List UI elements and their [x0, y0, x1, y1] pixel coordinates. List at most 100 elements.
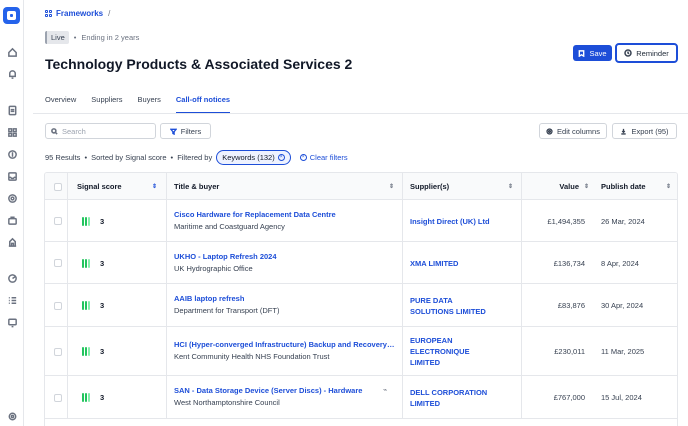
row-checkbox[interactable] [54, 217, 62, 225]
select-all-checkbox[interactable] [54, 182, 62, 191]
table-row[interactable]: 3 AAIB laptop refresh Department for Tra… [45, 284, 677, 327]
search-input[interactable]: Search [45, 123, 156, 139]
live-badge: Live [45, 31, 69, 44]
table-row[interactable]: 3 SAN - Data Storage Device (Server Disc… [45, 376, 677, 419]
notice-title-link[interactable]: AAIB laptop refresh [174, 294, 402, 303]
header-suppliers-label: Supplier(s) [410, 182, 450, 191]
filters-button[interactable]: Filters [160, 123, 211, 139]
publish-date: 26 Mar, 2024 [601, 216, 645, 226]
supplier-link[interactable]: XMA LIMITED [410, 258, 458, 269]
settings-icon[interactable] [6, 410, 18, 422]
save-label: Save [589, 48, 607, 58]
briefcase-icon[interactable] [6, 214, 18, 226]
supplier-cell: PURE DATA SOLUTIONS LIMITED [402, 284, 521, 327]
contract-value: £230,011 [554, 347, 585, 356]
publish-date: 8 Apr, 2024 [601, 258, 639, 268]
clear-filters-label: Clear filters [309, 153, 348, 162]
row-select-cell [54, 200, 62, 242]
bookmark-icon [579, 49, 585, 57]
header-signal-score[interactable]: Signal score ⇕ [67, 173, 166, 200]
row-checkbox[interactable] [54, 347, 62, 356]
status-row: Live • Ending in 2 years [45, 31, 139, 44]
breadcrumb-frameworks[interactable]: Frameworks [56, 9, 103, 18]
tab-suppliers[interactable]: Suppliers [91, 95, 122, 114]
signal-bars-icon [82, 347, 90, 356]
notice-title-link[interactable]: HCI (Hyper-converged Infrastructure) Bac… [174, 340, 396, 349]
supplier-line: ELECTRONIQUE [410, 347, 470, 356]
keywords-filter-chip[interactable]: Keywords (132) × [216, 150, 291, 165]
header-signal-label: Signal score [77, 182, 122, 191]
sort-icon: ⇕ [152, 184, 158, 190]
sorted-by-text: Sorted by Signal score [91, 153, 167, 162]
header-title-buyer[interactable]: Title & buyer ⇕ [166, 173, 402, 200]
document-icon[interactable] [6, 104, 18, 116]
contract-value: £136,734 [553, 258, 585, 268]
grid-icon[interactable] [6, 126, 18, 138]
app-logo[interactable] [3, 7, 20, 24]
table-row[interactable]: 3 Cisco Hardware for Replacement Data Ce… [45, 200, 677, 242]
remove-chip-icon[interactable]: × [277, 154, 285, 161]
title-cell: AAIB laptop refresh Department for Trans… [166, 284, 402, 327]
buyer-name: Maritime and Coastguard Agency [174, 222, 285, 231]
row-checkbox[interactable] [54, 259, 62, 267]
building-icon[interactable] [6, 236, 18, 248]
clear-filters-link[interactable]: × Clear filters [299, 153, 348, 162]
clear-icon: × [299, 154, 307, 161]
date-cell: 15 Jul, 2024 [601, 376, 642, 419]
save-button[interactable]: Save [573, 45, 612, 61]
filtered-by-text: Filtered by [177, 153, 213, 162]
supplier-link[interactable]: PURE DATA SOLUTIONS LIMITED [410, 295, 486, 317]
sort-icon: ⇕ [389, 184, 395, 190]
target-icon[interactable] [6, 192, 18, 204]
dot-separator: • [84, 153, 88, 162]
table-row[interactable]: 3 HCI (Hyper-converged Infrastructure) B… [45, 327, 677, 376]
supplier-link[interactable]: Insight Direct (UK) Ltd [410, 216, 490, 227]
tab-divider [33, 113, 688, 114]
results-summary: 95 Results • Sorted by Signal score • Fi… [45, 150, 348, 165]
contract-value: £1,494,355 [547, 216, 585, 226]
reminder-label: Reminder [636, 48, 669, 58]
results-count: 95 Results [45, 153, 81, 162]
notice-title-link[interactable]: UKHO - Laptop Refresh 2024 [174, 252, 402, 261]
supplier-line: LIMITED [410, 398, 440, 408]
edit-columns-label: Edit columns [557, 126, 600, 136]
value-cell: £1,494,355 [521, 200, 593, 242]
tab-call-off-notices[interactable]: Call-off notices [175, 95, 231, 114]
supplier-link[interactable]: EUROPEAN ELECTRONIQUE LIMITED [410, 335, 470, 368]
inbox-icon[interactable] [6, 170, 18, 182]
chart-icon[interactable] [6, 272, 18, 284]
notice-title-link[interactable]: Cisco Hardware for Replacement Data Cent… [174, 210, 402, 219]
tab-buyers[interactable]: Buyers [138, 95, 161, 114]
supplier-line: DELL CORPORATION [410, 387, 488, 397]
row-checkbox[interactable] [54, 301, 62, 310]
signal-bars-icon [82, 258, 90, 268]
signal-cell: 3 [67, 200, 166, 242]
supplier-link[interactable]: DELL CORPORATION LIMITED [410, 387, 487, 409]
export-button[interactable]: Export (95) [612, 123, 677, 139]
header-value[interactable]: Value ⇕ [521, 173, 593, 200]
tab-overview[interactable]: Overview [45, 95, 76, 114]
header-publish-date[interactable]: Publish date ⇕ [593, 173, 677, 200]
notices-table: Signal score ⇕ Title & buyer ⇕ Supplier(… [44, 172, 678, 426]
list-icon[interactable] [6, 294, 18, 306]
header-date-label: Publish date [601, 182, 646, 191]
coin-icon[interactable] [6, 148, 18, 160]
buyer-name: Department for Transport (DFT) [174, 306, 280, 315]
header-suppliers[interactable]: Supplier(s) ⇕ [402, 173, 521, 200]
bell-icon[interactable] [6, 68, 18, 80]
home-icon[interactable] [6, 46, 18, 58]
edit-columns-button[interactable]: Edit columns [539, 123, 607, 139]
title-cell: HCI (Hyper-converged Infrastructure) Bac… [166, 327, 402, 376]
supplier-line: EUROPEAN [410, 336, 453, 345]
title-cell: SAN - Data Storage Device (Server Discs)… [166, 376, 402, 419]
buyer-name: UK Hydrographic Office [174, 264, 253, 273]
notice-title-link[interactable]: SAN - Data Storage Device (Server Discs)… [174, 386, 402, 395]
signal-score: 3 [100, 301, 105, 310]
breadcrumb: Frameworks / [45, 9, 110, 18]
search-placeholder: Search [62, 126, 86, 136]
monitor-icon[interactable] [6, 316, 18, 328]
signal-cell: 3 [67, 327, 166, 376]
reminder-button[interactable]: Reminder [615, 43, 678, 63]
table-row[interactable]: 3 UKHO - Laptop Refresh 2024 UK Hydrogra… [45, 242, 677, 284]
row-checkbox[interactable] [54, 393, 62, 402]
